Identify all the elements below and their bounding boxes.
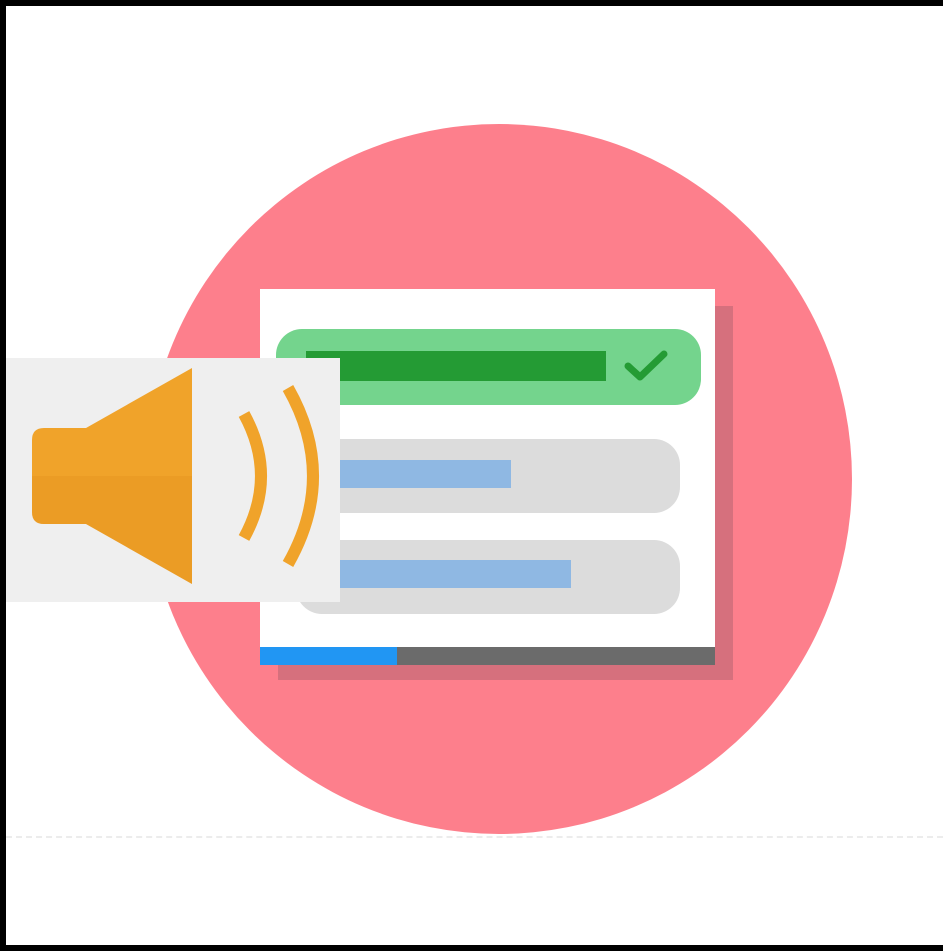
answer-text-placeholder [336,560,571,588]
speaker-panel [6,358,340,602]
answer-option[interactable] [296,439,680,513]
dashed-ground-line [6,836,943,838]
answer-text-placeholder [306,351,606,381]
progress-bar [260,647,715,665]
speaker-sound-icon[interactable] [16,358,336,602]
answer-text-placeholder [336,460,511,488]
progress-fill [260,647,397,665]
check-icon [624,350,668,381]
answer-option[interactable] [296,540,680,614]
canvas [6,6,943,945]
